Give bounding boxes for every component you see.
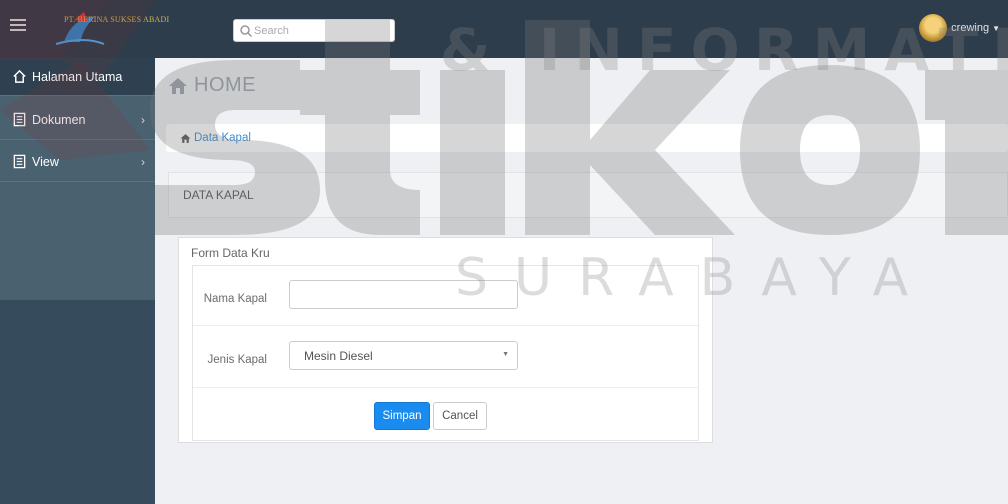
form-body: Nama Kapal Jenis Kapal Mesin Diesel ▼ Si… <box>192 265 699 441</box>
breadcrumb: Data Kapal <box>166 124 1008 152</box>
panel-heading: DATA KAPAL <box>168 172 1008 218</box>
search-icon <box>240 25 253 38</box>
sidebar: Halaman Utama Dokumen › View › <box>0 58 155 504</box>
home-icon <box>169 77 187 94</box>
cancel-button[interactable]: Cancel <box>433 402 487 430</box>
nama-kapal-input[interactable] <box>289 280 518 309</box>
form-row-nama-kapal: Nama Kapal <box>193 266 698 326</box>
dropdown-arrow-icon: ▼ <box>502 351 509 358</box>
document-icon <box>13 112 26 127</box>
search-box[interactable] <box>233 19 395 42</box>
caret-down-icon[interactable]: ▼ <box>992 24 1000 33</box>
hamburger-icon[interactable] <box>10 19 26 35</box>
sidebar-item-dokumen[interactable]: Dokumen › <box>0 100 155 140</box>
user-name[interactable]: crewing <box>951 22 989 34</box>
top-navbar: PT. BERINA SUKSES ABADI crewing ▼ <box>0 0 1008 58</box>
form-title: Form Data Kru <box>191 246 270 260</box>
panel-title: DATA KAPAL <box>183 188 254 202</box>
form-panel: Form Data Kru Nama Kapal Jenis Kapal Mes… <box>178 237 713 443</box>
sidebar-item-label: Halaman Utama <box>32 69 123 84</box>
chevron-right-icon: › <box>141 113 145 127</box>
avatar[interactable] <box>919 14 948 42</box>
company-name: PT. BERINA SUKSES ABADI <box>64 15 170 24</box>
sidebar-item-label: View <box>32 154 59 169</box>
breadcrumb-link-data-kapal[interactable]: Data Kapal <box>194 132 251 144</box>
sidebar-item-label: Dokumen <box>32 112 86 127</box>
form-actions: Simpan Cancel <box>193 388 698 442</box>
jenis-kapal-select[interactable]: Mesin Diesel ▼ <box>289 341 518 370</box>
home-icon <box>180 133 191 143</box>
jenis-kapal-label: Jenis Kapal <box>207 354 267 366</box>
nama-kapal-label: Nama Kapal <box>203 293 267 305</box>
search-input[interactable] <box>254 22 390 39</box>
home-icon <box>13 69 26 83</box>
form-row-jenis-kapal: Jenis Kapal Mesin Diesel ▼ <box>193 326 698 388</box>
sidebar-item-view[interactable]: View › <box>0 142 155 182</box>
sidebar-item-halaman-utama[interactable]: Halaman Utama <box>0 58 155 96</box>
chevron-right-icon: › <box>141 155 145 169</box>
page-title: HOME <box>168 74 256 97</box>
save-button[interactable]: Simpan <box>374 402 430 430</box>
document-icon <box>13 154 26 169</box>
page-title-text: HOME <box>194 74 256 96</box>
jenis-kapal-value: Mesin Diesel <box>304 348 373 363</box>
user-menu[interactable]: crewing ▼ <box>919 12 1000 44</box>
